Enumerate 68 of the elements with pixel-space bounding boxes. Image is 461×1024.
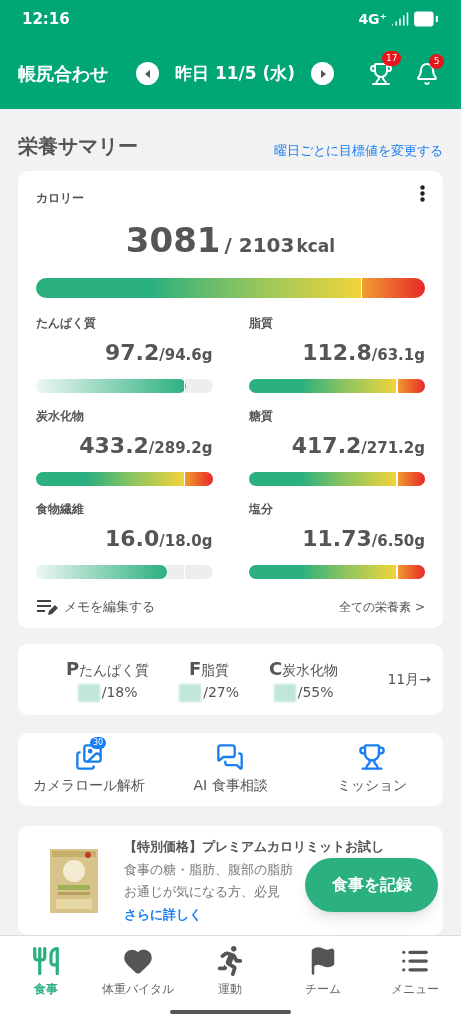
ad-title: 【特別価格】プレミアムカロリミットお試し xyxy=(124,838,384,857)
date-label: 昨日 11/5 (水) xyxy=(175,62,296,86)
more-options-button[interactable] xyxy=(420,184,425,202)
nutrient-target: /63.1g xyxy=(371,345,425,366)
month-link[interactable]: 11月→ xyxy=(387,669,431,690)
section-title: 栄養サマリー xyxy=(18,132,138,160)
pfc-ratio: /18% xyxy=(101,683,138,703)
nutrient-target: /271.2g xyxy=(361,438,425,459)
more-details-link[interactable]: さらに詳しく xyxy=(124,904,202,925)
notification-badge: 5 xyxy=(429,53,444,69)
nutrient-target: /18.0g xyxy=(159,531,213,552)
nutrient-label: 糖質 xyxy=(248,407,274,425)
nutrient-label: 脂質 xyxy=(248,314,274,332)
notification-badge: 17 xyxy=(382,50,402,66)
nutrient-target: /289.2g xyxy=(148,438,213,459)
ad-text: 食事の糖・脂肪、腹部の脂肪 xyxy=(124,860,293,879)
pfc-ratio: /27% xyxy=(203,683,240,703)
change-goals-link[interactable]: 曜日ごとに目標値を変更する xyxy=(274,141,443,161)
previous-day-button[interactable] xyxy=(136,62,159,86)
all-nutrients-link[interactable]: 全ての栄養素 > xyxy=(339,597,425,616)
ad-text: お通じが気になる方、必見 xyxy=(124,883,280,902)
nutrient-label: 炭水化物 xyxy=(36,407,85,425)
nav-tab[interactable]: チーム xyxy=(276,946,369,999)
pfc-letter: F xyxy=(188,657,202,682)
calorie-unit: kcal xyxy=(296,234,336,258)
nutrient-target: /6.50g xyxy=(371,531,425,552)
network-label: 4G⁺ xyxy=(358,9,387,29)
nav-tab[interactable]: 運動 xyxy=(184,946,277,999)
chat-icon xyxy=(216,743,245,771)
nutrient-value: 97.2 xyxy=(105,338,160,367)
nutrient-target: /94.6g xyxy=(159,345,213,366)
nutrient-value: 433.2 xyxy=(79,431,149,460)
nutrient-value: 417.2 xyxy=(291,431,362,460)
calorie-target: / 2103 xyxy=(224,231,295,259)
pfc-letter: C xyxy=(269,657,283,682)
nutrient-value: 112.8 xyxy=(302,338,372,367)
nutrient-label: たんぱく質 xyxy=(36,314,97,332)
more-icon xyxy=(420,184,425,202)
nutrient-label: 食物繊維 xyxy=(36,500,85,518)
pfc-label: 炭水化物 xyxy=(282,661,339,681)
nutrient-value: 11.73 xyxy=(302,524,372,553)
edit-memo-link[interactable]: メモを編集する xyxy=(36,596,155,617)
pfc-label: 脂質 xyxy=(201,661,230,681)
nutrient-value: 16.0 xyxy=(105,524,160,553)
pfc-letter: P xyxy=(66,657,80,682)
nutrient-label: 塩分 xyxy=(248,500,274,518)
fork-knife-icon xyxy=(31,946,62,977)
calorie-value: 3081 xyxy=(125,218,221,262)
blurred-value xyxy=(77,684,100,702)
clock: 12:16 xyxy=(22,9,70,31)
action-button[interactable]: ミッション xyxy=(337,743,408,796)
photos-icon xyxy=(74,743,103,771)
header-title: 帳尻合わせ xyxy=(18,62,108,87)
action-button[interactable]: AI 食事相談 xyxy=(193,743,268,796)
edit-note-icon xyxy=(36,597,58,616)
nav-tab[interactable]: 体重バイタル xyxy=(92,946,185,999)
nav-tab[interactable]: メニュー xyxy=(368,946,461,999)
trophy-icon xyxy=(358,743,387,771)
next-day-button[interactable] xyxy=(311,62,335,86)
trophy-icon xyxy=(369,61,393,86)
blurred-value xyxy=(179,684,202,702)
calorie-label: カロリー xyxy=(36,189,84,207)
pfc-label: たんぱく質 xyxy=(79,661,150,681)
signal-icon xyxy=(391,10,409,29)
count-badge: 30 xyxy=(90,737,107,749)
blurred-value xyxy=(273,684,296,702)
pfc-ratio: /55% xyxy=(297,683,334,703)
trophy-button[interactable] xyxy=(369,61,393,86)
